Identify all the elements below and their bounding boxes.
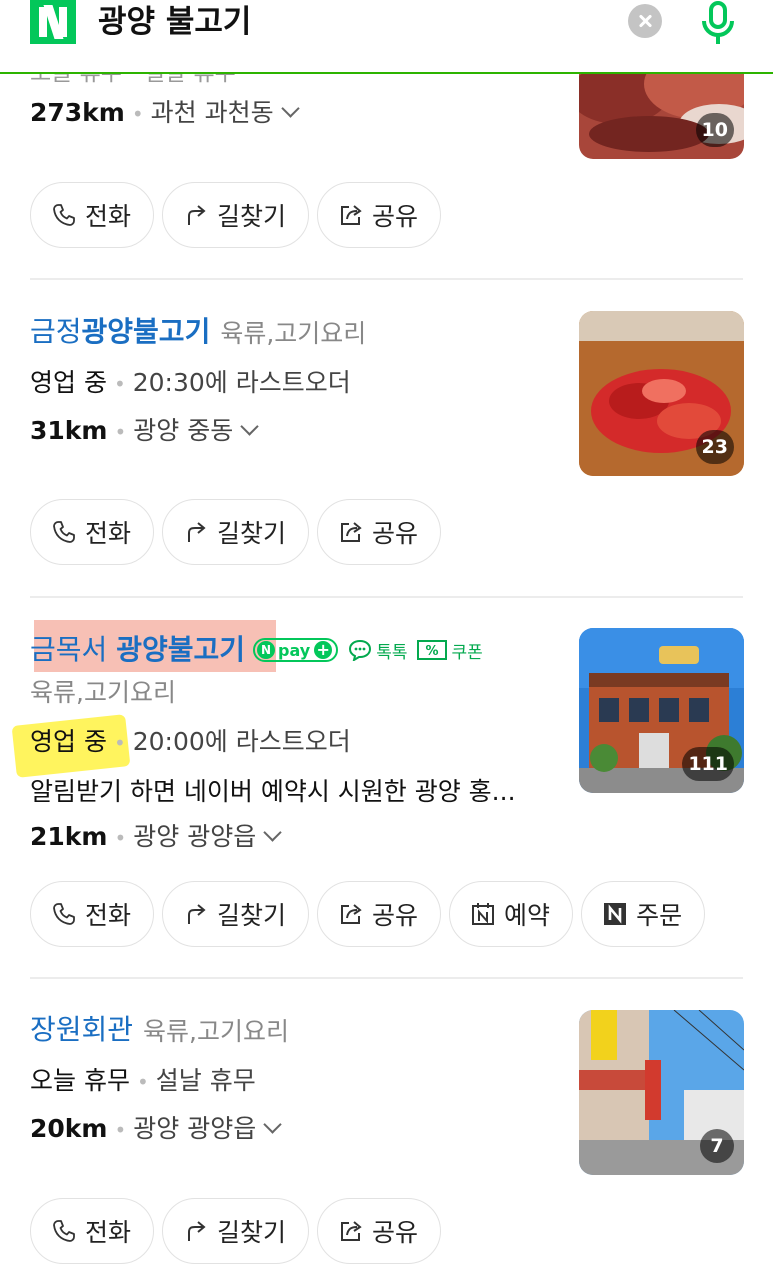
share-icon: [338, 519, 364, 545]
calendar-icon: [470, 901, 496, 927]
share-button[interactable]: 공유: [317, 182, 442, 248]
call-button[interactable]: 전화: [30, 182, 155, 248]
place-name[interactable]: 금목서 광양불고기: [30, 632, 245, 668]
last-order: 20:00에 라스트오더: [132, 727, 351, 756]
share-button[interactable]: 공유: [317, 881, 442, 947]
distance-line[interactable]: 20km • 광양 광양읍: [30, 1112, 282, 1147]
area: 과천 과천동: [150, 98, 274, 127]
distance: 31km: [30, 416, 108, 445]
divider: [30, 596, 743, 598]
status-line: 오늘 휴무 • 설날 휴무: [30, 1066, 256, 1095]
photo-count: 10: [695, 113, 734, 147]
directions-icon: [183, 901, 209, 927]
title-row: 금정광양불고기 육류,고기요리: [30, 314, 366, 350]
call-button[interactable]: 전화: [30, 1198, 155, 1264]
chevron-down-icon[interactable]: [240, 417, 259, 436]
area: 광양 광양읍: [133, 822, 257, 851]
distance: 20km: [30, 1114, 108, 1143]
category: 육류,고기요리: [220, 319, 367, 348]
search-header: 광양 불고기: [0, 0, 773, 74]
description: 알림받기 하면 네이버 예약시 시원한 광양 홍...: [30, 777, 516, 806]
naver-order-icon: [602, 901, 628, 927]
chevron-down-icon[interactable]: [263, 1115, 282, 1134]
share-icon: [338, 202, 364, 228]
action-buttons: 전화 길찾기 공유: [30, 1198, 442, 1264]
area: 광양 중동: [133, 416, 234, 445]
distance-line[interactable]: 31km • 광양 중동: [30, 414, 259, 449]
title-row: 장원회관 육류,고기요리: [30, 1012, 289, 1048]
closure-reason: 설날 휴무: [155, 1066, 256, 1095]
coupon-badge[interactable]: % 쿠폰: [417, 638, 483, 663]
chevron-down-icon[interactable]: [263, 823, 282, 842]
directions-button[interactable]: 길찾기: [162, 881, 310, 947]
status-line: 영업 중 • 20:30에 라스트오더: [30, 368, 351, 397]
place-name[interactable]: 장원회관: [30, 1012, 133, 1048]
directions-button[interactable]: 길찾기: [162, 499, 310, 565]
action-buttons: 전화 길찾기 공유: [30, 182, 442, 248]
category: 육류,고기요리: [30, 678, 176, 707]
title-row: 금목서 광양불고기 Npay + 톡톡 % 쿠폰: [30, 632, 483, 668]
area: 광양 광양읍: [133, 1114, 257, 1143]
share-icon: [338, 901, 364, 927]
distance: 273km: [30, 98, 125, 127]
photo-count: 23: [695, 430, 734, 464]
place-photo[interactable]: 111: [579, 628, 744, 793]
chevron-down-icon[interactable]: [280, 99, 300, 118]
call-button[interactable]: 전화: [30, 499, 155, 565]
place-name[interactable]: 금정광양불고기: [30, 314, 210, 350]
chat-bubble-icon: [349, 639, 372, 661]
order-button[interactable]: 주문: [581, 881, 706, 947]
place-photo[interactable]: 7: [579, 1010, 744, 1175]
distance-line[interactable]: 21km • 광양 광양읍: [30, 820, 282, 855]
phone-icon: [51, 1218, 77, 1244]
phone-icon: [51, 519, 77, 545]
open-status: 오늘 휴무: [30, 1066, 130, 1095]
share-icon: [338, 1218, 364, 1244]
reservation-button[interactable]: 예약: [449, 881, 574, 947]
directions-button[interactable]: 길찾기: [162, 182, 310, 248]
share-button[interactable]: 공유: [317, 1198, 442, 1264]
open-status: 영업 중: [30, 727, 107, 756]
phone-icon: [51, 901, 77, 927]
microphone-icon[interactable]: [696, 0, 740, 46]
place-photo[interactable]: 23: [579, 311, 744, 476]
distance-line[interactable]: 273km • 과천 과천동: [30, 96, 300, 131]
directions-button[interactable]: 길찾기: [162, 1198, 310, 1264]
share-button[interactable]: 공유: [317, 499, 442, 565]
photo-count: 7: [700, 1129, 734, 1163]
clear-search-button[interactable]: [628, 4, 662, 38]
phone-icon: [51, 202, 77, 228]
action-buttons: 전화 길찾기 공유: [30, 499, 442, 565]
npay-badge: Npay +: [253, 638, 339, 662]
search-query[interactable]: 광양 불고기: [98, 2, 251, 42]
divider: [30, 278, 743, 280]
naver-logo[interactable]: [30, 0, 76, 44]
svg-text:%: %: [426, 644, 439, 659]
status-line: 영업 중 • 20:00에 라스트오더: [30, 727, 351, 756]
distance: 21km: [30, 822, 108, 851]
coupon-icon: %: [417, 640, 448, 660]
directions-icon: [183, 202, 209, 228]
open-status: 영업 중: [30, 368, 107, 397]
divider: [30, 977, 743, 979]
directions-icon: [183, 519, 209, 545]
talk-badge[interactable]: 톡톡: [348, 638, 407, 663]
photo-count: 111: [682, 747, 734, 781]
category: 육류,고기요리: [143, 1017, 289, 1046]
last-order: 20:30에 라스트오더: [132, 368, 351, 397]
call-button[interactable]: 전화: [30, 881, 155, 947]
action-buttons: 전화 길찾기 공유 예약 주문: [30, 881, 706, 947]
directions-icon: [183, 1218, 209, 1244]
